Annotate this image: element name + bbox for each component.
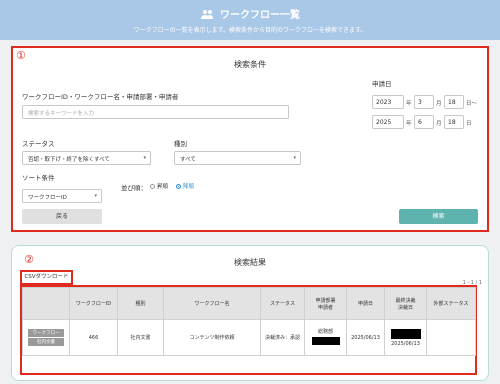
order-label: 並び順： — [121, 184, 147, 192]
status-select[interactable]: 否認・取下げ・終了を除くすべて ▾ — [22, 151, 151, 165]
cell-workflow-name: コンテンツ制作依頼 — [163, 319, 261, 356]
unit-month: 月 — [436, 101, 442, 107]
users-icon — [201, 10, 213, 19]
order-asc-radio[interactable]: 昇順 — [150, 182, 168, 190]
redacted-final-approver — [390, 328, 421, 339]
chevron-down-icon: ▾ — [143, 155, 146, 161]
col-header-type: 種別 — [117, 287, 164, 320]
col-header-workflow-id: ワークフローID — [69, 287, 118, 320]
order-desc-label: 降順 — [183, 184, 195, 190]
cell-external-status — [426, 319, 476, 356]
unit-day: 日 — [466, 121, 472, 127]
cell-type: 社内文書 — [117, 319, 164, 356]
order-asc-label: 昇順 — [157, 184, 169, 190]
cell-final: 2025/06/13 — [384, 319, 427, 356]
search-panel-title: 検索条件 — [234, 60, 266, 69]
keyword-label: ワークフローID・ワークフロー名・申請部署・申請者 — [22, 93, 179, 101]
radio-unchecked-icon — [150, 184, 155, 189]
type-select-value: すべて — [180, 157, 196, 163]
sort-label: ソート条件 — [22, 174, 55, 182]
date-to-month[interactable]: 6 — [414, 115, 434, 129]
col-header-dept: 申請部署 申請者 — [304, 287, 347, 320]
page-title: ワークフロー一覧 — [220, 10, 300, 21]
order-desc-radio[interactable]: 降順 — [176, 182, 194, 190]
date-to-day[interactable]: 18 — [444, 115, 464, 129]
csv-download-button[interactable]: CSVダウンロード — [20, 270, 73, 285]
search-button[interactable]: 検索 — [399, 209, 478, 224]
cell-dept: 総務部 — [304, 319, 347, 356]
cell-dept-name: 総務部 — [317, 329, 333, 335]
status-select-value: 否認・取下げ・終了を除くすべて — [28, 157, 110, 163]
unit-year: 年 — [406, 121, 412, 127]
workflow-button[interactable]: ワークフロー — [28, 329, 64, 337]
cell-workflow-id: 466 — [69, 319, 118, 356]
results-title: 検索結果 — [234, 258, 266, 267]
table-header-row: ワークフローID 種別 ワークフロー名 ステータス 申請部署 申請者 申請日 最… — [22, 287, 476, 320]
col-header-final-line2: 決裁日 — [397, 304, 413, 311]
cell-status: 決裁済み：承認 — [260, 319, 305, 356]
col-header-dept-line2: 申請者 — [317, 304, 333, 311]
cell-apply-date: 2025/06/13 — [346, 319, 385, 356]
status-label: ステータス — [22, 140, 55, 148]
table-row[interactable]: ワークフロー 社内文書 466 社内文書 コンテンツ制作依頼 決裁済み：承認 総… — [22, 319, 476, 356]
col-header-dept-line1: 申請部署 — [315, 297, 336, 304]
date-to-year[interactable]: 2025 — [372, 115, 404, 129]
row-actions-cell: ワークフロー 社内文書 — [22, 319, 70, 356]
radio-checked-icon — [176, 184, 181, 189]
col-header-apply-date: 申請日 — [346, 287, 385, 320]
keyword-input[interactable]: 検索するキーワードを入力 — [22, 105, 289, 119]
redacted-applicant — [311, 337, 340, 345]
chevron-down-icon: ▾ — [94, 193, 97, 199]
search-conditions-panel: ① 検索条件 ワークフローID・ワークフロー名・申請部署・申請者 検索するキーワ… — [11, 46, 489, 232]
sort-select[interactable]: ワークフローID ▾ — [22, 189, 102, 203]
internal-doc-button[interactable]: 社内文書 — [28, 338, 64, 346]
back-button[interactable]: 戻る — [22, 209, 102, 224]
col-header-actions — [22, 287, 70, 320]
col-header-external-status: 外部ステータス — [426, 287, 476, 320]
unit-month: 月 — [436, 121, 442, 127]
date-from-year[interactable]: 2023 — [372, 95, 404, 109]
page-header: ワークフロー一覧 ワークフローの一覧を表示します。検索条件から目的のワークフロー… — [0, 0, 500, 40]
date-from-day[interactable]: 18 — [444, 95, 464, 109]
col-header-final-line1: 最終決裁 — [395, 297, 416, 304]
col-header-final: 最終決裁 決裁日 — [384, 287, 427, 320]
page-title-row: ワークフロー一覧 — [0, 6, 500, 21]
date-from-month[interactable]: 3 — [414, 95, 434, 109]
unit-day-range: 日～ — [466, 101, 478, 107]
type-label: 種別 — [174, 140, 187, 148]
sort-select-value: ワークフローID — [28, 195, 67, 201]
col-header-workflow-name: ワークフロー名 — [163, 287, 261, 320]
cell-final-date: 2025/06/13 — [391, 340, 420, 347]
results-table: ワークフローID 種別 ワークフロー名 ステータス 申請部署 申請者 申請日 最… — [22, 287, 476, 356]
page-subtitle: ワークフローの一覧を表示します。検索条件から目的のワークフローを検索できます。 — [133, 27, 367, 34]
col-header-status: ステータス — [260, 287, 305, 320]
unit-year: 年 — [406, 101, 412, 107]
type-select[interactable]: すべて ▾ — [174, 151, 301, 165]
chevron-down-icon: ▾ — [293, 155, 296, 161]
date-label: 申請日 — [372, 80, 392, 88]
